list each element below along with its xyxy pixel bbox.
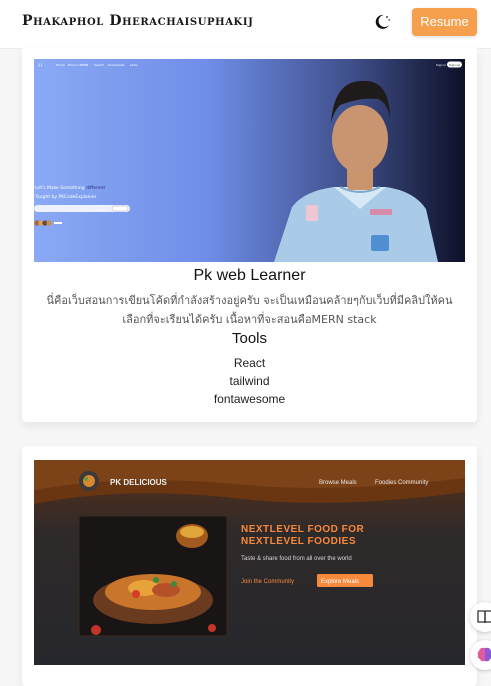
svg-text:Explore Meals: Explore Meals <box>321 579 359 585</box>
preview-nav-link: {} <box>38 63 42 67</box>
moon-icon[interactable] <box>372 12 392 32</box>
side-button-brain[interactable] <box>470 640 491 670</box>
preview-nav-link: Links <box>130 63 138 67</box>
project-screenshot[interactable]: PK DELICIOUS Browse Meals Foodies Commun… <box>34 460 465 665</box>
site-name[interactable]: Phakaphol Dherachaisuphakij <box>22 13 253 29</box>
preview-nav-link: Search <box>94 63 104 67</box>
preview-subtitle: Taste & share food from all over the wor… <box>241 556 352 562</box>
resume-button[interactable]: Resume <box>412 8 477 36</box>
preview-nav-link: How to MERN <box>68 63 88 67</box>
preview-headline: NEXTLEVEL FOOD FOR <box>241 524 365 535</box>
preview-nav-link: Browse Meals <box>319 480 357 486</box>
navbar: Phakaphol Dherachaisuphakij Resume <box>0 0 491 49</box>
preview-avatar <box>46 220 52 226</box>
preview-avatar-text <box>54 222 62 224</box>
preview-hero-subline: Taught by PKCodeExplainer <box>34 194 97 200</box>
preview-search-button <box>111 205 129 212</box>
side-button-book[interactable] <box>470 602 491 632</box>
preview-nav-link: Downloads <box>108 63 125 67</box>
svg-text:Sign up: Sign up <box>449 63 460 67</box>
preview-person-face <box>332 105 388 173</box>
project-title: Pk web Learner <box>193 267 306 284</box>
tools-heading: Tools <box>231 330 268 347</box>
tool-item: tailwind <box>229 374 270 388</box>
preview-signin: Sign in <box>436 63 446 67</box>
project-screenshot[interactable]: {} Home How to MERN Search Downloads Lin… <box>34 59 465 262</box>
tools-list: React tailwind fontawesome <box>22 354 477 408</box>
tool-item: React <box>233 356 266 370</box>
preview-join-link: Join the Community <box>241 579 294 585</box>
project-card: {} Home How to MERN Search Downloads Lin… <box>22 48 477 422</box>
preview-brand: PK DELICIOUS <box>110 478 168 487</box>
preview-badge <box>306 205 318 221</box>
brain-icon <box>477 647 491 662</box>
project-card: PK DELICIOUS Browse Meals Foodies Commun… <box>22 446 477 686</box>
book-icon <box>477 610 491 624</box>
tool-item: fontawesome <box>213 392 286 406</box>
preview-nav-link: Home <box>56 63 65 67</box>
preview-badge <box>371 235 389 251</box>
preview-nav-link: Foodies Community <box>375 480 428 486</box>
preview-headline: NEXTLEVEL FOODIES <box>241 536 356 547</box>
project-description: นี่คือเว็บสอนการเขียนโค้ดที่กำลังสร้างอย… <box>46 294 453 326</box>
preview-hero-line: Let's Make Something different <box>35 185 105 191</box>
